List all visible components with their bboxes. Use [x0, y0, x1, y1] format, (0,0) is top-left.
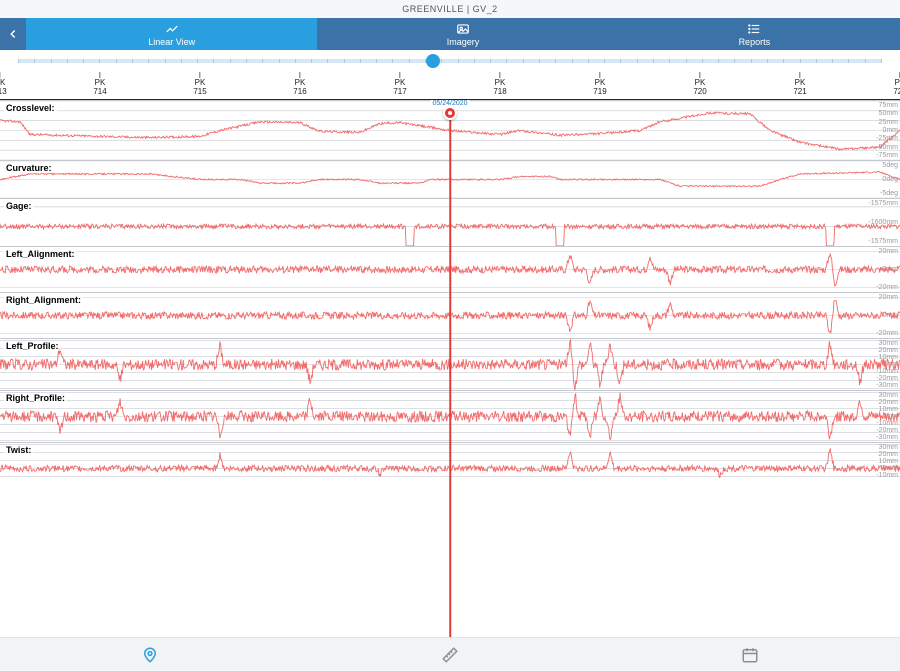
app-title: GREENVILLE | GV_2	[0, 0, 900, 18]
location-pin-icon	[141, 646, 159, 664]
marker-pin-icon[interactable]	[443, 106, 457, 120]
pk-tick: PK715	[193, 72, 206, 97]
y-axis-labels: 5deg0deg-5deg	[880, 161, 898, 198]
y-axis-labels: 30mm20mm10mm0mm-10mm-20mm-30mm	[876, 391, 898, 442]
tab-reports[interactable]: Reports	[609, 18, 900, 50]
chart-panel-label: Twist:	[4, 445, 33, 455]
charts-area[interactable]: 05/24/2020 Crosslevel:75mm50mm25mm0mm-25…	[0, 100, 900, 637]
tab-label: Imagery	[447, 37, 480, 47]
reports-icon	[747, 22, 761, 36]
bottom-nav	[0, 637, 900, 671]
y-axis-labels: 20mm0mm-20mm	[876, 293, 898, 338]
chart-panel-label: Gage:	[4, 201, 34, 211]
y-axis-labels: 30mm20mm10mm0mm-10mm	[876, 443, 898, 478]
chart-panel-label: Right_Profile:	[4, 393, 67, 403]
pk-tick: PK713	[0, 72, 7, 97]
linear-view-icon	[165, 22, 179, 36]
chart-panel-label: Right_Alignment:	[4, 295, 83, 305]
calendar-icon	[741, 646, 759, 664]
y-axis-labels: 20mm0mm-20mm	[876, 247, 898, 292]
marker-vertical-line	[449, 100, 451, 637]
timeline-slider-handle[interactable]	[426, 54, 440, 68]
tab-label: Reports	[739, 37, 771, 47]
ruler-icon	[441, 646, 459, 664]
tab-label: Linear View	[148, 37, 195, 47]
pk-tick: PK720	[693, 72, 706, 97]
tab-imagery[interactable]: Imagery	[317, 18, 608, 50]
back-button[interactable]	[0, 18, 26, 50]
nav-ruler-button[interactable]	[436, 641, 464, 669]
imagery-icon	[456, 22, 470, 36]
nav-location-button[interactable]	[136, 641, 164, 669]
chart-panel-label: Crosslevel:	[4, 103, 57, 113]
chart-panel-label: Left_Alignment:	[4, 249, 77, 259]
chart-panel-label: Left_Profile:	[4, 341, 61, 351]
pk-tick: PK717	[393, 72, 406, 97]
tab-linear-view[interactable]: Linear View	[26, 18, 317, 50]
chart-panel-label: Curvature:	[4, 163, 54, 173]
timeline-slider[interactable]	[18, 59, 882, 63]
y-axis-labels: 75mm50mm25mm0mm-25mm-50mm-75mm	[876, 101, 898, 160]
pk-tick: PK719	[593, 72, 606, 97]
pk-tick: PK718	[493, 72, 506, 97]
pk-tick: PK714	[93, 72, 106, 97]
tab-bar: Linear View Imagery Reports	[0, 18, 900, 50]
pk-tick: PK722	[893, 72, 900, 97]
pk-axis: PK713 PK714 PK715 PK716 PK717 PK718 PK719 PK720…	[0, 72, 900, 100]
pk-tick: PK716	[293, 72, 306, 97]
pk-tick: PK721	[793, 72, 806, 97]
nav-calendar-button[interactable]	[736, 641, 764, 669]
timeline-slider-row	[0, 50, 900, 72]
y-axis-labels: -1575mm-1600mm-1575mm	[868, 199, 898, 246]
y-axis-labels: 30mm20mm10mm0mm-10mm-20mm-30mm	[876, 339, 898, 390]
